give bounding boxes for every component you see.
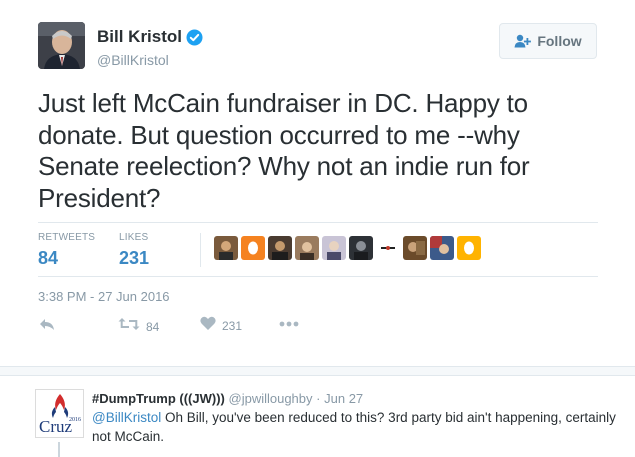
retweets-stat[interactable]: RETWEETS 84: [38, 232, 95, 269]
likes-label: LIKES: [119, 232, 149, 243]
tweet-stats: RETWEETS 84 LIKES 231: [38, 222, 598, 277]
liker-avatar[interactable]: [295, 236, 319, 260]
likes-count: 231: [119, 248, 150, 268]
retweet-button[interactable]: 84: [118, 316, 159, 337]
author-name-row: Bill Kristol: [97, 27, 203, 47]
tweet-timestamp[interactable]: 3:38 PM - 27 Jun 2016: [38, 289, 170, 304]
tweet-actions: 84 231: [38, 316, 598, 340]
liker-avatar[interactable]: [457, 236, 481, 260]
follow-button[interactable]: Follow: [499, 23, 597, 59]
author-name[interactable]: Bill Kristol: [97, 27, 182, 47]
reply-date[interactable]: Jun 27: [324, 391, 363, 406]
reply-icon: [38, 316, 56, 337]
reply-author-name[interactable]: #DumpTrump (((JW))): [92, 391, 225, 406]
liker-avatar[interactable]: [349, 236, 373, 260]
liker-avatar[interactable]: [376, 236, 400, 260]
tweet-text: Just left McCain fundraiser in DC. Happy…: [38, 88, 530, 213]
more-dots-icon: [278, 316, 300, 337]
reply-text-body: Oh Bill, you've been reduced to this? 3r…: [92, 410, 616, 444]
reply-text: @BillKristol Oh Bill, you've been reduce…: [92, 409, 622, 446]
liker-avatars: [214, 236, 484, 260]
reply-button[interactable]: [38, 316, 56, 337]
reply-tweet[interactable]: Cruz 2016 #DumpTrump (((JW))) @jpwilloug…: [0, 376, 635, 457]
tweet: Bill Kristol @BillKristol Follow Just le…: [0, 0, 635, 366]
retweet-icon: [118, 316, 140, 337]
like-count: 231: [222, 319, 243, 333]
reply-separator: ·: [316, 391, 321, 406]
author-handle[interactable]: @BillKristol: [97, 52, 169, 68]
reply-header: #DumpTrump (((JW))) @jpwilloughby · Jun …: [92, 391, 363, 406]
liker-avatar[interactable]: [430, 236, 454, 260]
reply-author-handle[interactable]: @jpwilloughby: [229, 391, 313, 406]
liker-avatar[interactable]: [241, 236, 265, 260]
thread-line: [58, 442, 60, 457]
verified-badge-icon: [186, 29, 203, 46]
retweet-count: 84: [146, 319, 160, 334]
cruz-logo-text: Cruz: [39, 417, 73, 436]
author-avatar[interactable]: [38, 22, 85, 69]
retweets-label: RETWEETS: [38, 232, 96, 243]
reply-mention-link[interactable]: @BillKristol: [92, 410, 161, 425]
follow-button-label: Follow: [537, 33, 582, 49]
liker-avatar[interactable]: [268, 236, 292, 260]
liker-avatar[interactable]: [403, 236, 427, 260]
add-user-icon: [514, 34, 532, 48]
cruz-logo-year: 2016: [69, 417, 81, 423]
liker-avatar[interactable]: [322, 236, 346, 260]
likes-stat[interactable]: LIKES 231: [119, 232, 149, 269]
stats-divider: [200, 233, 201, 267]
reply-author-avatar[interactable]: Cruz 2016: [35, 389, 84, 438]
liker-avatar[interactable]: [214, 236, 238, 260]
section-divider: [0, 366, 635, 376]
retweets-count: 84: [38, 248, 59, 268]
heart-icon: [200, 316, 216, 336]
like-button[interactable]: 231: [200, 316, 242, 336]
more-button[interactable]: [278, 316, 300, 337]
